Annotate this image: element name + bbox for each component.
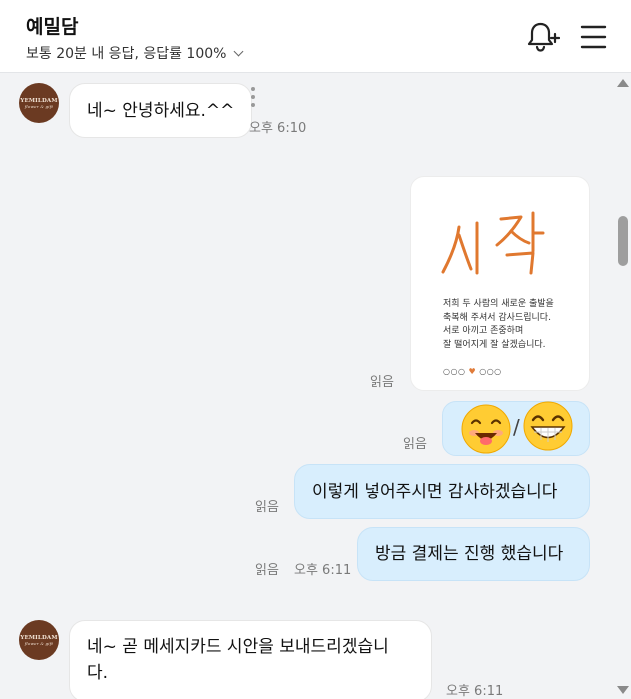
chat-scrollbar[interactable] — [614, 74, 631, 699]
message-time: 오후 6:11 — [294, 563, 352, 578]
message-bubble-emoji[interactable]: / — [442, 401, 590, 456]
menu-button[interactable] — [578, 22, 608, 52]
message-bubble-incoming[interactable]: 네~ 안녕하세요.^^ — [69, 83, 253, 138]
message-card-image[interactable]: 저희 두 사람의 새로운 출발을 축복해 주셔서 감사드립니다. 서로 아끼고 … — [410, 176, 590, 391]
card-signature-left: ○○○ — [443, 367, 466, 376]
response-status[interactable]: 보통 20분 내 응답, 응답률 100% — [26, 43, 244, 63]
card-signature-right: ○○○ — [479, 367, 502, 376]
message-bubble-incoming[interactable]: 네~ 곧 메세지카드 시안을 보내드리겠습니 다. — [69, 620, 432, 699]
avatar-sublabel: flower & gift — [24, 103, 54, 109]
avatar-label: YEMILDAM — [20, 97, 58, 104]
read-receipt: 읽음 — [403, 437, 427, 452]
message-bubble-outgoing[interactable]: 이렇게 넣어주시면 감사하겠습니다 — [294, 464, 590, 519]
message-bubble-outgoing[interactable]: 방금 결제는 진행 했습니다 — [357, 527, 590, 581]
read-receipt: 읽음 — [255, 563, 279, 578]
read-receipt: 읽음 — [255, 500, 279, 515]
message-text-line: 네~ 곧 메세지카드 시안을 보내드리겠습니 — [87, 637, 389, 657]
message-text: 방금 결제는 진행 했습니다 — [375, 544, 564, 564]
card-signature: ○○○ ♥ ○○○ — [443, 367, 502, 376]
grinning-emoji — [523, 401, 573, 451]
notification-add-button[interactable] — [524, 20, 561, 54]
chat-message-list[interactable]: YEMILDAM flower & gift 네~ 안녕하세요.^^ 오후 6:… — [0, 74, 614, 699]
more-options-icon[interactable] — [249, 87, 257, 109]
card-title-handwriting — [441, 211, 545, 275]
scroll-up-arrow-icon[interactable] — [617, 79, 629, 87]
avatar-label: YEMILDAM — [20, 634, 58, 641]
chat-header: 예밀담 보통 20분 내 응답, 응답률 100% — [0, 0, 631, 73]
emoji-separator: / — [513, 415, 520, 439]
card-message-text: 저희 두 사람의 새로운 출발을 축복해 주셔서 감사드립니다. 서로 아끼고 … — [443, 299, 554, 350]
smiling-tongue-emoji — [461, 404, 511, 454]
response-status-text: 보통 20분 내 응답, 응답률 100% — [26, 46, 227, 62]
message-time: 오후 6:11 — [446, 684, 504, 699]
chevron-down-icon — [234, 46, 244, 56]
avatar[interactable]: YEMILDAM flower & gift — [19, 83, 59, 123]
bell-plus-icon — [527, 22, 561, 52]
scroll-thumb[interactable] — [618, 216, 628, 266]
read-receipt: 읽음 — [370, 375, 394, 390]
avatar-sublabel: flower & gift — [24, 640, 54, 646]
message-text-line: 다. — [87, 663, 109, 683]
message-time: 오후 6:10 — [249, 121, 307, 136]
hamburger-menu-icon — [580, 25, 607, 49]
scroll-down-arrow-icon[interactable] — [617, 686, 629, 694]
heart-icon: ♥ — [468, 367, 477, 376]
avatar[interactable]: YEMILDAM flower & gift — [19, 620, 59, 660]
message-text: 이렇게 넣어주시면 감사하겠습니다 — [312, 481, 558, 502]
message-text: 네~ 안녕하세요.^^ — [87, 100, 235, 121]
chat-title: 예밀담 — [26, 16, 79, 38]
